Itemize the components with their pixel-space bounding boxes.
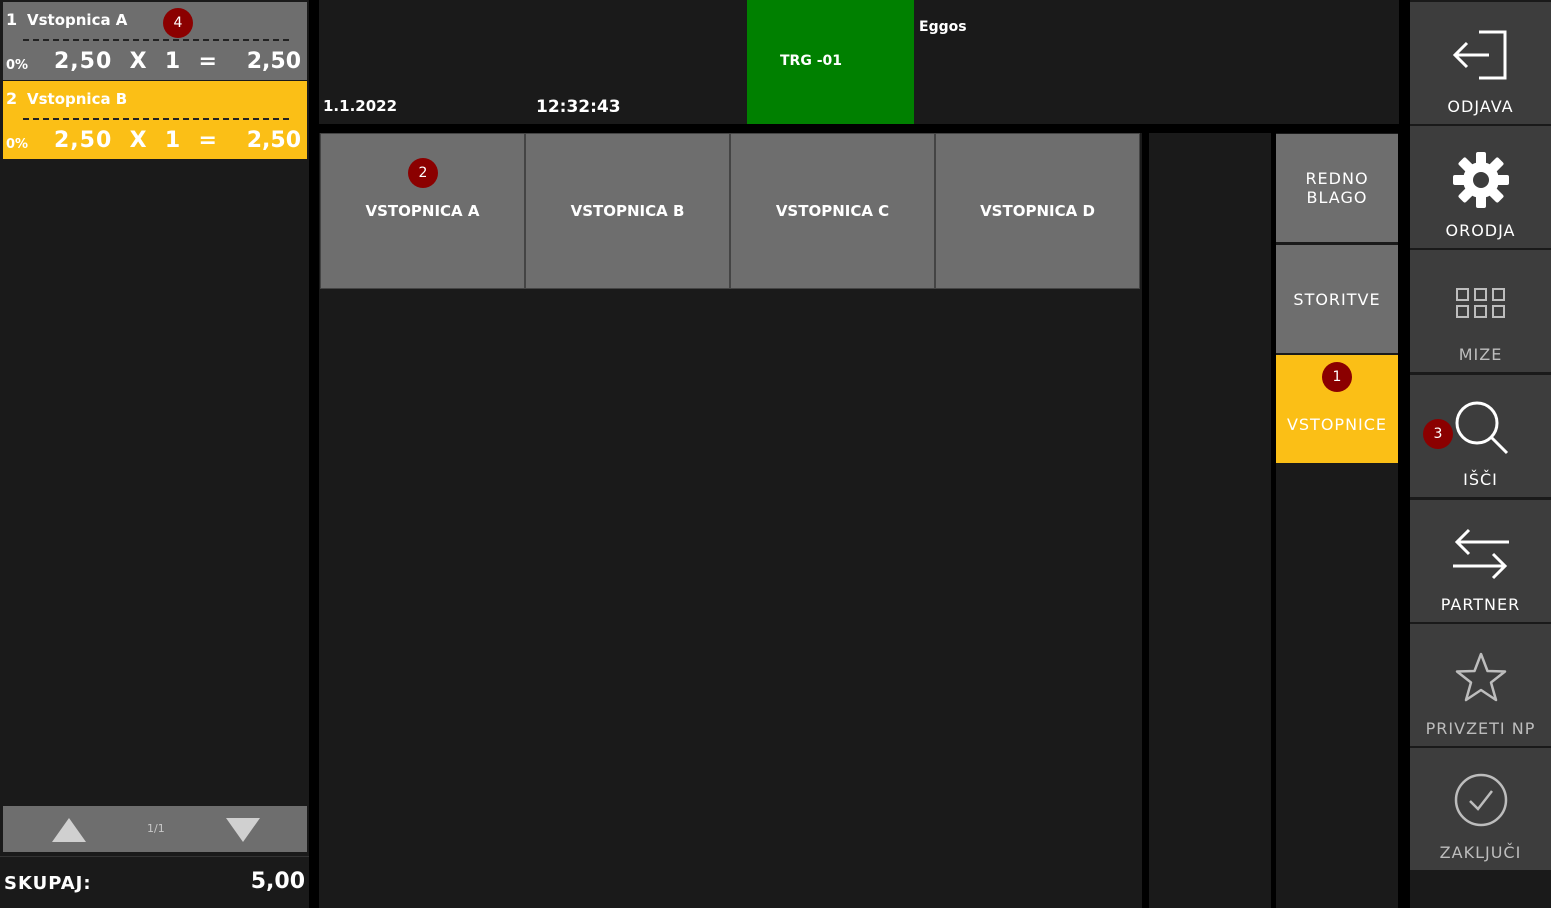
scroll-up-button[interactable]: [52, 818, 86, 842]
search-label: IŠČI: [1463, 470, 1498, 489]
default-np-label: PRIVZETI NP: [1425, 719, 1536, 738]
user-name: Eggos: [919, 19, 967, 35]
line-total: 2,50: [246, 128, 301, 153]
date-display: 1.1.2022: [323, 97, 398, 115]
marker-1: 1: [1322, 362, 1352, 392]
category-storitve[interactable]: STORITVE: [1276, 245, 1398, 353]
receipt-line-2[interactable]: 2 Vstopnica B 0% 2,50 X 1 = 2,50: [3, 81, 307, 159]
product-vstopnica-a[interactable]: VSTOPNICA A: [320, 133, 525, 289]
receipt-pager: 1/1: [3, 806, 307, 852]
line-divider: [23, 39, 289, 41]
line-number: 1: [6, 10, 18, 29]
close-receipt-button[interactable]: ZAKLJUČI: [1410, 748, 1551, 870]
receipt-line-1[interactable]: 1 Vstopnica A 0% 2,50 X 1 = 2,50: [3, 2, 307, 80]
grid-icon: [1455, 288, 1505, 318]
product-vstopnica-b[interactable]: VSTOPNICA B: [525, 133, 730, 289]
swap-arrows-icon: [1452, 528, 1509, 580]
line-calculation: 2,50 X 1 =: [54, 128, 218, 153]
gear-icon: [1452, 152, 1509, 208]
total-label: SKUPAJ:: [4, 873, 92, 894]
tables-button[interactable]: MIZE: [1410, 250, 1551, 372]
header-bar: 1.1.2022 12:32:43 TRG -01 Eggos: [319, 0, 1399, 124]
logout-label: ODJAVA: [1447, 97, 1514, 116]
line-item-name: Vstopnica A: [27, 11, 128, 29]
line-number: 2: [6, 89, 18, 108]
partner-label: PARTNER: [1440, 595, 1521, 614]
page-indicator: 1/1: [147, 822, 165, 835]
line-discount: 0%: [6, 58, 29, 73]
product-vstopnica-d[interactable]: VSTOPNICA D: [935, 133, 1140, 289]
tools-button[interactable]: ORODJA: [1410, 126, 1551, 248]
line-total: 2,50: [246, 49, 301, 74]
logout-icon: [1452, 30, 1506, 80]
partner-button[interactable]: PARTNER: [1410, 500, 1551, 622]
total-value: 5,00: [250, 869, 305, 894]
line-calculation: 2,50 X 1 =: [54, 49, 218, 74]
register-label: TRG -01: [780, 53, 842, 69]
category-redno-blago[interactable]: REDNO BLAGO: [1276, 134, 1398, 242]
search-icon: [1455, 401, 1508, 455]
receipt-total: SKUPAJ: 5,00: [0, 856, 309, 908]
line-discount: 0%: [6, 137, 29, 152]
logout-button[interactable]: ODJAVA: [1410, 2, 1551, 124]
check-circle-icon: [1454, 773, 1507, 827]
product-grid: VSTOPNICA A VSTOPNICA B VSTOPNICA C VSTO…: [319, 133, 1142, 908]
marker-3: 3: [1423, 419, 1453, 449]
marker-2: 2: [408, 158, 438, 188]
default-np-button[interactable]: PRIVZETI NP: [1410, 624, 1551, 746]
line-divider: [23, 118, 289, 120]
tables-label: MIZE: [1458, 345, 1503, 364]
register-badge: TRG -01: [747, 0, 914, 124]
scroll-down-button[interactable]: [226, 818, 260, 842]
empty-column: [1149, 133, 1271, 908]
star-icon: [1455, 652, 1506, 702]
close-receipt-label: ZAKLJUČI: [1439, 843, 1522, 862]
marker-4: 4: [163, 8, 193, 38]
line-item-name: Vstopnica B: [27, 90, 128, 108]
time-display: 12:32:43: [536, 97, 621, 117]
tools-label: ORODJA: [1445, 221, 1516, 240]
category-column: REDNO BLAGO STORITVE VSTOPNICE: [1276, 133, 1398, 908]
product-vstopnica-c[interactable]: VSTOPNICA C: [730, 133, 935, 289]
